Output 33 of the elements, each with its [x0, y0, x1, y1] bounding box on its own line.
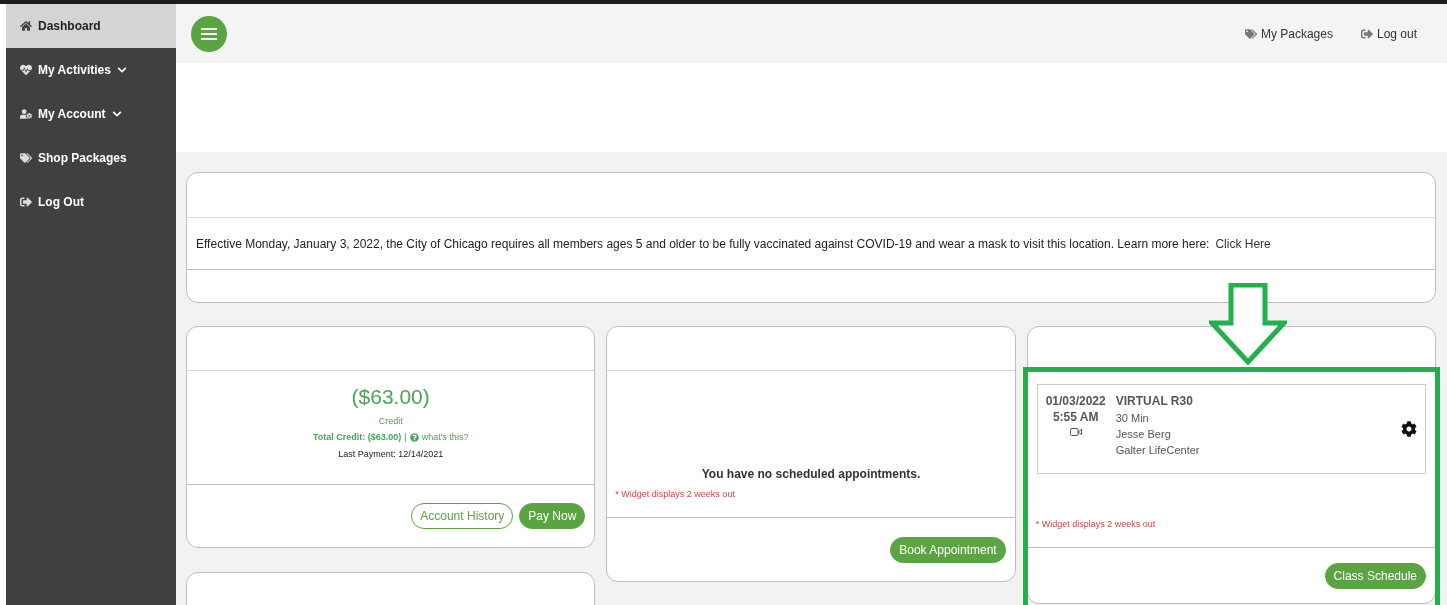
class-location: Galter LifeCenter: [1115, 444, 1201, 456]
no-appointments-message: You have no scheduled appointments.: [700, 467, 922, 481]
top-link[interactable]: Log out: [1360, 26, 1417, 41]
announcement-text: Effective Monday, January 3, 2022, the City of Chicago requires all members ages 5 and older to be fully vaccinated against COVID-19 and wear a mask to visit this location. Learn more here:: [196, 236, 1210, 251]
class-name: VIRTUAL R30: [1115, 394, 1194, 408]
class-duration: 30 Min: [1115, 412, 1150, 424]
sidebar-item[interactable]: My Account: [6, 92, 176, 136]
help-icon: [409, 432, 419, 442]
credit-amount: ($63.00): [350, 385, 431, 409]
sidebar-item[interactable]: My Activities: [6, 48, 176, 92]
sidebar-item[interactable]: Shop Packages: [6, 136, 176, 180]
top-link[interactable]: My Packages: [1244, 26, 1333, 41]
user-cog-icon: [20, 108, 32, 120]
last-payment: Last Payment: 12/14/2021: [337, 449, 445, 459]
click-here-link[interactable]: Click Here: [1215, 236, 1271, 251]
sign-out-icon: [20, 196, 32, 208]
sidebar-item[interactable]: Log Out: [6, 180, 176, 224]
home-icon: [20, 20, 32, 32]
menu-button[interactable]: [191, 15, 227, 52]
instructor-name: Jesse Berg: [1115, 428, 1172, 440]
sign-out-icon: [1360, 27, 1373, 40]
separator: |: [404, 432, 407, 442]
total-credit: Total Credit: ($63.00): [312, 432, 402, 442]
tags-icon: [20, 152, 32, 164]
widget-note: * Widget displays 2 weeks out: [1034, 519, 1157, 529]
credit-label: Credit: [377, 416, 404, 426]
class-time: 5:55 AM: [1052, 410, 1099, 424]
tags-icon: [1244, 27, 1257, 40]
heartbeat-icon: [20, 64, 32, 76]
class-date: 01/03/2022: [1045, 394, 1106, 408]
sidebar-item[interactable]: Dashboard: [6, 4, 176, 48]
widget-note: * Widget displays 2 weeks out: [614, 489, 736, 499]
settings-icon[interactable]: [1401, 421, 1417, 437]
